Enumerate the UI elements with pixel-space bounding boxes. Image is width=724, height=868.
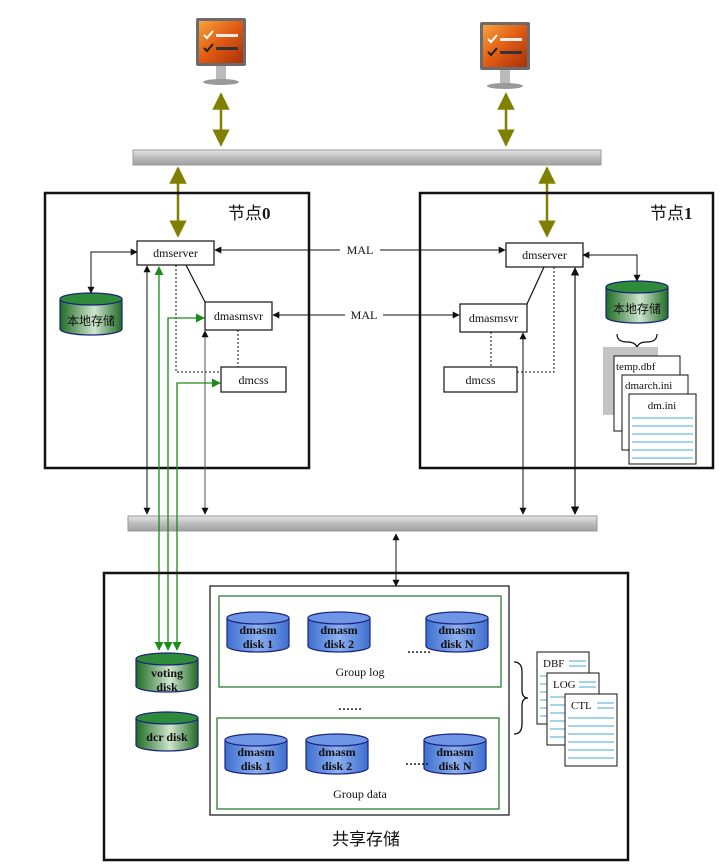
voting-disk: voting disk — [135, 652, 199, 694]
dmasm-disk: dmasmdisk 2 — [307, 611, 371, 653]
node-0-local-storage-label: 本地存储 — [67, 313, 115, 328]
group-log-disks: dmasmdisk 1dmasmdisk 2dmasmdisk N — [226, 611, 489, 653]
disk-label: disk 2 — [322, 759, 352, 773]
architecture-diagram: 节点0 节点1 dmserver dmasmsvr dmcss 本地存储 dms… — [43, 18, 715, 862]
brace-icon — [616, 333, 658, 349]
disk-label: disk 1 — [243, 637, 273, 651]
node-0-title: 节点0 — [228, 204, 271, 223]
dmasm-disk: dmasmdisk 1 — [224, 733, 288, 775]
disk-label: disk 1 — [241, 759, 271, 773]
svg-text:disk: disk — [156, 680, 178, 694]
node-1-server-asm-link — [526, 266, 545, 305]
brace-icon — [513, 661, 529, 735]
voting-link-asm — [163, 313, 205, 651]
svg-text:dcr disk: dcr disk — [146, 730, 188, 744]
node-1-dmserver-label: dmserver — [522, 248, 567, 262]
dmasm-disk: dmasmdisk 2 — [305, 733, 369, 775]
group-data-ellipsis: …… — [405, 754, 429, 768]
group-data-label: Group data — [333, 787, 387, 801]
dmasm-disk: dmasmdisk 1 — [226, 611, 290, 653]
between-groups-ellipsis: …… — [338, 699, 362, 713]
file-label: DBF — [543, 658, 564, 670]
node-1-dmasmsvr-label: dmasmsvr — [469, 311, 518, 325]
monitor-icon — [480, 22, 530, 89]
disk-label: dmasm — [320, 623, 357, 637]
dmasm-disk: dmasmdisk N — [423, 733, 487, 775]
node-0-dmserver-label: dmserver — [153, 246, 198, 260]
group-data-disks: dmasmdisk 1dmasmdisk 2dmasmdisk N — [224, 733, 487, 775]
disk-label: dmasm — [436, 745, 473, 759]
svg-text:dmarch.ini: dmarch.ini — [625, 380, 672, 392]
disk-label: disk N — [440, 637, 473, 651]
mal-label-bottom: MAL — [351, 308, 378, 322]
disk-label: disk 2 — [324, 637, 354, 651]
shared-file-ctl: CTL — [564, 693, 618, 767]
dcr-disk: dcr disk — [135, 711, 199, 752]
file-label: LOG — [553, 679, 576, 691]
node-1-local-storage: 本地存储 — [605, 280, 669, 324]
node-0-local-storage: 本地存储 — [59, 292, 123, 336]
disk-label: dmasm — [318, 745, 355, 759]
node-1-dmcss-label: dmcss — [466, 373, 496, 387]
svg-text:temp.dbf: temp.dbf — [616, 361, 656, 373]
storage-network-bus — [127, 515, 598, 532]
svg-text:dm.ini: dm.ini — [648, 400, 676, 412]
shared-files: DBF LOG CTL — [536, 651, 618, 767]
node-1-server-storage-link — [582, 251, 641, 282]
disk-label: dmasm — [239, 623, 276, 637]
mal-label-top: MAL — [347, 243, 374, 257]
client-monitor-left — [196, 18, 246, 85]
dmasm-disk: dmasmdisk N — [425, 611, 489, 653]
node-0-dmasmsvr-label: dmasmsvr — [214, 309, 263, 323]
node-0-server-storage-link — [87, 248, 138, 294]
monitor-icon — [196, 18, 246, 85]
disk-label: disk N — [438, 759, 471, 773]
node-0-server-asm-link — [185, 264, 206, 303]
client-monitor-right — [480, 22, 530, 89]
shared-storage-title: 共享存储 — [332, 830, 400, 849]
group-log-ellipsis: …… — [407, 642, 431, 656]
file-label: CTL — [571, 700, 592, 712]
disk-label: dmasm — [237, 745, 274, 759]
node-1-local-files: temp.dbf dmarch.ini dm.ini — [603, 347, 697, 465]
disk-label: dmasm — [438, 623, 475, 637]
node-1-local-storage-label: 本地存储 — [613, 301, 661, 316]
file-dm-ini: dm.ini — [628, 393, 697, 465]
svg-text:voting: voting — [151, 666, 183, 680]
group-log-label: Group log — [336, 665, 385, 679]
public-network-bus — [132, 149, 602, 166]
node-0-dmcss-label: dmcss — [239, 373, 269, 387]
node-1-title: 节点1 — [650, 204, 693, 223]
